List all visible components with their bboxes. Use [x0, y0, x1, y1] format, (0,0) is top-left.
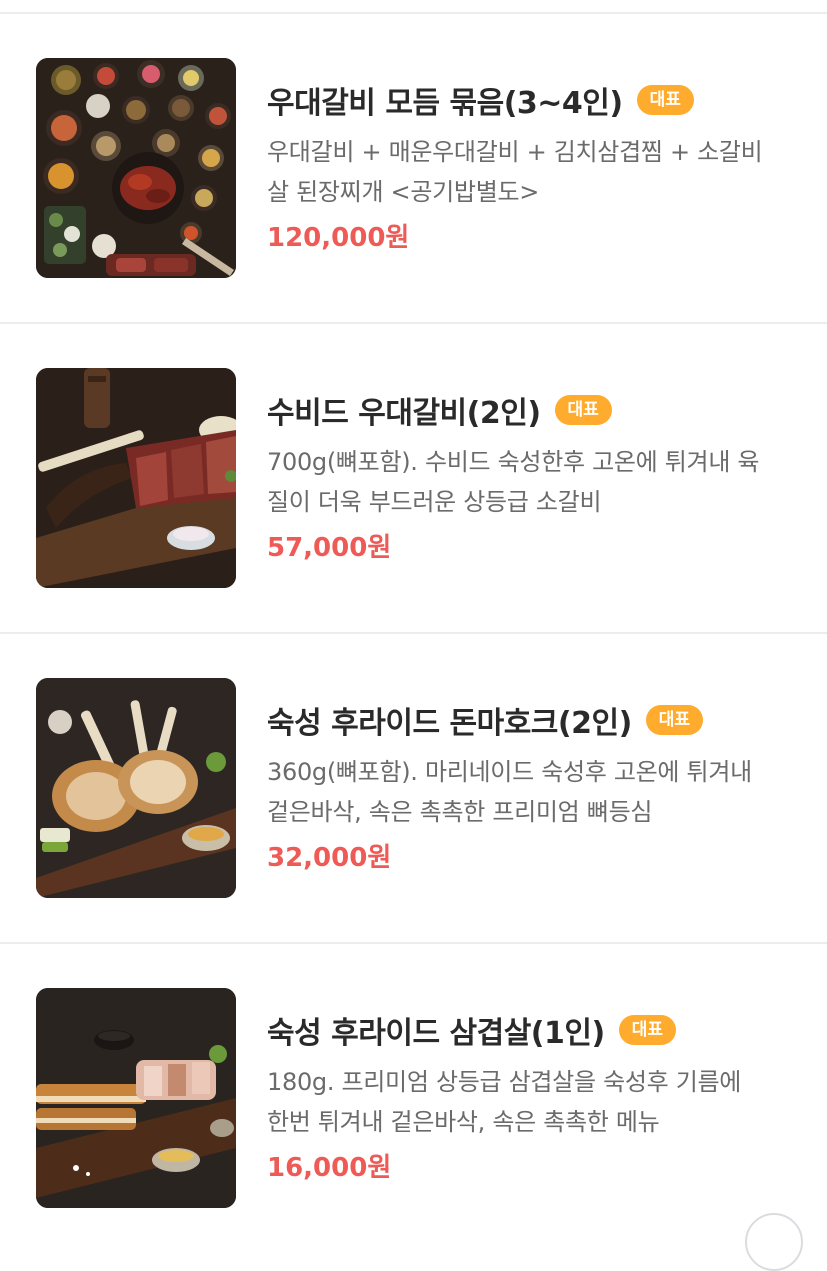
beef-rib-photo	[36, 368, 236, 588]
description-line: 한번 튀겨내 겉은바삭, 속은 촉촉한 메뉴	[267, 1108, 660, 1136]
description-line: 700g(뼈포함). 수비드 숙성한후 고온에 튀겨내 육	[267, 448, 760, 476]
menu-item-info: 숙성 후라이드 돈마호크(2인) 대표 360g(뼈포함). 마리네이드 숙성후…	[267, 698, 797, 878]
menu-item-name[interactable]: 숙성 후라이드 삼겹살(1인)	[267, 1008, 605, 1052]
menu-item-info: 우대갈비 모듬 묶음(3~4인) 대표 우대갈비 + 매운우대갈비 + 김치삼겹…	[267, 78, 797, 258]
menu-item-name[interactable]: 수비드 우대갈비(2인)	[267, 388, 541, 432]
pork-belly-photo	[36, 988, 236, 1208]
assorted-dishes-photo	[36, 58, 236, 278]
menu-item-title-row: 수비드 우대갈비(2인) 대표	[267, 388, 797, 432]
signature-badge: 대표	[636, 85, 694, 115]
description-line: 질이 더욱 부드러운 상등급 소갈비	[267, 488, 602, 516]
menu-item-info: 숙성 후라이드 삼겹살(1인) 대표 180g. 프리미엄 상등급 삼겹살을 숙…	[267, 1008, 797, 1188]
menu-item-price: 57,000원	[267, 533, 392, 563]
menu-item-info: 수비드 우대갈비(2인) 대표 700g(뼈포함). 수비드 숙성한후 고온에 …	[267, 388, 797, 568]
description-line: 살 된장찌개 <공기밥별도>	[267, 178, 540, 206]
menu-item-photo[interactable]	[36, 678, 236, 898]
menu-item-title-row: 숙성 후라이드 돈마호크(2인) 대표	[267, 698, 797, 742]
menu-item-description: 180g. 프리미엄 상등급 삼겹살을 숙성후 기름에 한번 튀겨내 겉은바삭,…	[267, 1062, 797, 1142]
signature-badge: 대표	[554, 395, 612, 425]
signature-badge: 대표	[618, 1015, 676, 1045]
menu-item-name[interactable]: 우대갈비 모듬 묶음(3~4인)	[267, 78, 623, 122]
menu-item[interactable]: 우대갈비 모듬 묶음(3~4인) 대표 우대갈비 + 매운우대갈비 + 김치삼겹…	[0, 14, 827, 322]
menu-item-description: 700g(뼈포함). 수비드 숙성한후 고온에 튀겨내 육 질이 더욱 부드러운…	[267, 442, 797, 522]
menu-item-price: 120,000원	[267, 223, 410, 253]
menu-item-photo[interactable]	[36, 368, 236, 588]
menu-item-price: 32,000원	[267, 843, 392, 873]
description-line: 360g(뼈포함). 마리네이드 숙성후 고온에 튀겨내	[267, 758, 752, 786]
menu-item-description: 우대갈비 + 매운우대갈비 + 김치삼겹찜 + 소갈비 살 된장찌개 <공기밥별…	[267, 132, 797, 212]
menu-item-price: 16,000원	[267, 1153, 392, 1183]
menu-item-title-row: 우대갈비 모듬 묶음(3~4인) 대표	[267, 78, 797, 122]
menu-list: 우대갈비 모듬 묶음(3~4인) 대표 우대갈비 + 매운우대갈비 + 김치삼겹…	[0, 14, 827, 1252]
scroll-to-top-button[interactable]	[745, 1213, 803, 1271]
menu-item-photo[interactable]	[36, 58, 236, 278]
menu-item-photo[interactable]	[36, 988, 236, 1208]
signature-badge: 대표	[645, 705, 704, 735]
menu-item[interactable]: 수비드 우대갈비(2인) 대표 700g(뼈포함). 수비드 숙성한후 고온에 …	[0, 322, 827, 632]
pork-tomahawk-photo	[36, 678, 236, 898]
menu-item-name[interactable]: 숙성 후라이드 돈마호크(2인)	[267, 698, 632, 742]
menu-item[interactable]: 숙성 후라이드 삼겹살(1인) 대표 180g. 프리미엄 상등급 삼겹살을 숙…	[0, 942, 827, 1252]
menu-item[interactable]: 숙성 후라이드 돈마호크(2인) 대표 360g(뼈포함). 마리네이드 숙성후…	[0, 632, 827, 942]
description-line: 겉은바삭, 속은 촉촉한 프리미엄 뼈등심	[267, 798, 653, 826]
menu-item-description: 360g(뼈포함). 마리네이드 숙성후 고온에 튀겨내 겉은바삭, 속은 촉촉…	[267, 752, 797, 832]
description-line: 180g. 프리미엄 상등급 삼겹살을 숙성후 기름에	[267, 1068, 742, 1096]
description-line: 우대갈비 + 매운우대갈비 + 김치삼겹찜 + 소갈비	[267, 138, 763, 166]
menu-item-title-row: 숙성 후라이드 삼겹살(1인) 대표	[267, 1008, 797, 1052]
